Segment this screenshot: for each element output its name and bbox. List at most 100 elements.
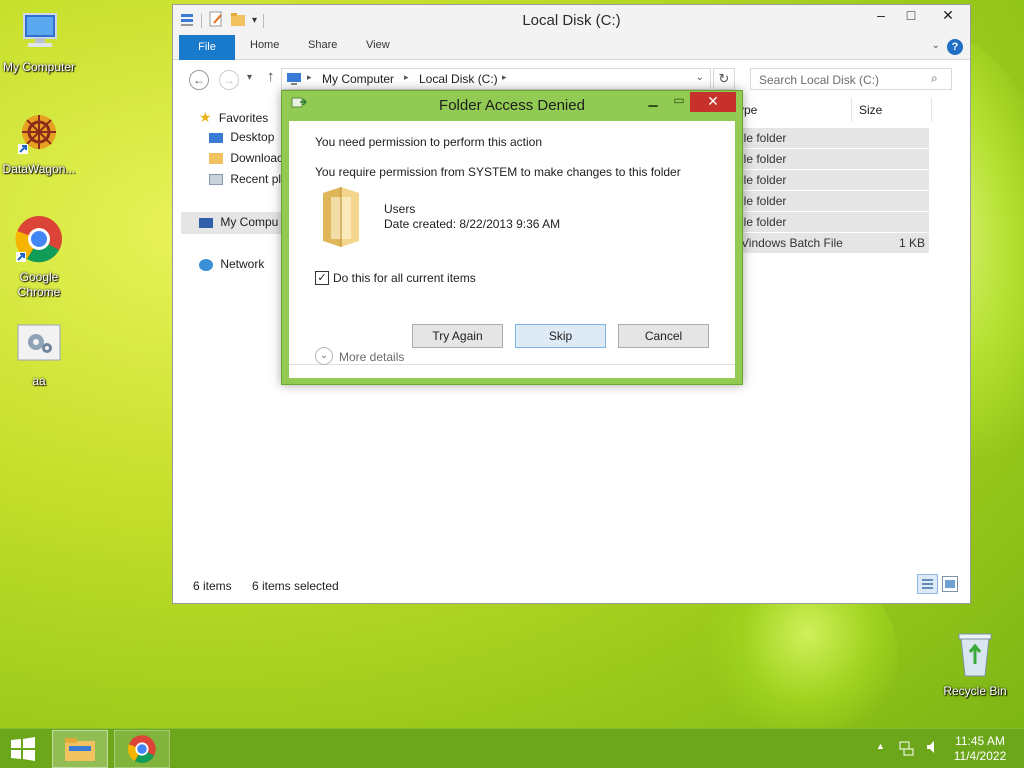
ribbon-tabs: File Home Share View ⌄ ? <box>173 35 970 60</box>
selected-count: 6 items selected <box>252 579 339 593</box>
back-arrow-icon[interactable]: ← <box>189 70 209 90</box>
apply-to-all-checkbox[interactable]: ✓ <box>315 271 329 285</box>
nav-downloads[interactable]: Downloac <box>209 151 283 165</box>
tab-home[interactable]: Home <box>250 39 279 51</box>
expand-ribbon-icon[interactable]: ⌄ <box>932 40 940 51</box>
nav-network[interactable]: Network <box>199 257 264 271</box>
try-again-button[interactable]: Try Again <box>412 324 503 348</box>
desktop-icon-aa[interactable]: aa <box>0 324 81 389</box>
file-type: ile folder <box>741 131 787 145</box>
nav-favorites[interactable]: ★ Favorites <box>199 109 268 126</box>
details-view-icon[interactable] <box>917 574 938 594</box>
clock-date: 11/4/2022 <box>953 749 1007 763</box>
desktop-icon-recycle-bin[interactable]: Recycle Bin <box>933 630 1017 699</box>
network-icon[interactable] <box>898 740 914 759</box>
dialog-body: You need permission to perform this acti… <box>289 121 735 378</box>
file-row[interactable]: ile folder <box>733 149 929 170</box>
dialog-maximize-icon[interactable]: ▭ <box>666 91 692 111</box>
computer-icon <box>0 10 81 58</box>
desktop-icon-google-chrome[interactable]: Google Chrome <box>0 214 81 300</box>
dialog-detail: You require permission from SYSTEM to ma… <box>315 165 681 179</box>
tab-file[interactable]: File <box>179 35 235 60</box>
breadcrumb-my-computer[interactable]: My Computer <box>322 72 394 86</box>
tab-share[interactable]: Share <box>308 39 337 51</box>
desktop-icon-my-computer[interactable]: My Computer <box>0 10 81 75</box>
nav-desktop[interactable]: Desktop <box>209 130 274 144</box>
large-icons-view-icon[interactable] <box>942 576 958 592</box>
nav-recent-places[interactable]: Recent pla <box>209 172 288 186</box>
maximize-icon[interactable]: □ <box>896 5 926 27</box>
search-icon[interactable]: ⌕ <box>931 71 938 86</box>
more-details-link[interactable]: More details <box>339 350 404 364</box>
file-list: ile folder ile folder ile folder ile fol… <box>733 128 929 254</box>
file-row[interactable]: ile folder <box>733 191 929 212</box>
datawagon-icon <box>0 110 81 160</box>
up-arrow-icon[interactable]: ↑ <box>267 68 275 85</box>
desktop-icon-label: DataWagon... <box>2 162 76 176</box>
folder-icon <box>317 181 365 252</box>
file-row[interactable]: ile folder <box>733 128 929 149</box>
desktop-icon-datawagon[interactable]: DataWagon... <box>0 110 81 177</box>
downloads-folder-icon <box>209 153 223 165</box>
nav-label: My Compu <box>220 215 279 229</box>
computer-icon <box>286 72 302 89</box>
search-input[interactable]: Search Local Disk (C:) <box>750 68 952 90</box>
file-row[interactable]: ile folder <box>733 212 929 233</box>
address-bar[interactable]: ▸ My Computer ▸ Local Disk (C:) ▸ ⌄ <box>281 68 711 90</box>
network-icon <box>199 258 213 271</box>
item-count: 6 items <box>193 579 232 593</box>
dialog-message: You need permission to perform this acti… <box>315 135 543 149</box>
desktop-icon-label: Recycle Bin <box>943 684 1007 698</box>
window-controls: – □ ✕ <box>866 5 970 27</box>
breadcrumb-local-disk[interactable]: Local Disk (C:) <box>419 72 498 86</box>
star-icon: ★ <box>199 109 212 125</box>
nav-label: Recent pla <box>230 172 288 186</box>
chevron-down-icon[interactable]: ⌄ <box>315 347 333 365</box>
volume-icon[interactable] <box>925 739 939 758</box>
desktop-icon-label: aa <box>32 374 46 388</box>
recent-places-icon <box>209 174 223 186</box>
windows-logo-icon <box>11 737 35 761</box>
file-type: ile folder <box>741 215 787 229</box>
column-header-size[interactable]: Size <box>859 103 882 117</box>
nav-label: Network <box>220 257 265 271</box>
close-icon[interactable]: ✕ <box>926 5 970 27</box>
help-icon[interactable]: ? <box>947 39 963 55</box>
desktop-icon <box>209 132 223 143</box>
forward-arrow-icon[interactable]: → <box>219 70 239 90</box>
dialog-divider <box>289 364 735 365</box>
item-name: Users <box>384 202 416 216</box>
show-hidden-icons-icon[interactable]: ▲ <box>876 741 885 751</box>
skip-button[interactable]: Skip <box>515 324 606 348</box>
refresh-icon[interactable]: ↻ <box>713 68 735 90</box>
folder-access-denied-dialog: Folder Access Denied ▁ ▭ ✕ You need perm… <box>281 90 743 385</box>
cancel-button[interactable]: Cancel <box>618 324 709 348</box>
file-type: Vindows Batch File <box>741 236 843 250</box>
chrome-icon <box>0 214 81 268</box>
file-row[interactable]: ile folder <box>733 170 929 191</box>
explorer-titlebar[interactable]: ▾ Local Disk (C:) – □ ✕ <box>173 5 970 35</box>
desktop-icon-label: Google Chrome <box>17 270 61 299</box>
nav-my-computer[interactable]: My Compu <box>199 215 278 229</box>
nav-label: Favorites <box>218 111 269 125</box>
recent-locations-icon[interactable]: ▾ <box>247 72 252 83</box>
file-row[interactable]: Vindows Batch File 1 KB <box>733 233 929 254</box>
address-dropdown-icon[interactable]: ⌄ <box>696 72 704 83</box>
taskbar-chrome[interactable] <box>114 730 170 768</box>
apply-to-all-label: Do this for all current items <box>333 271 476 285</box>
nav-label: Desktop <box>230 130 275 144</box>
clock[interactable]: 11:45 AM 11/4/2022 <box>952 734 1008 764</box>
column-divider <box>851 98 852 122</box>
column-divider <box>931 98 932 122</box>
start-button[interactable] <box>8 730 42 768</box>
breadcrumb-chevron-icon: ▸ <box>404 72 409 82</box>
file-type: ile folder <box>741 194 787 208</box>
breadcrumb-chevron-icon: ▸ <box>307 72 312 82</box>
settings-file-icon <box>0 324 81 366</box>
taskbar-file-explorer[interactable] <box>52 730 108 768</box>
dialog-minimize-icon[interactable]: ▁ <box>640 91 666 111</box>
dialog-close-icon[interactable]: ✕ <box>690 92 736 112</box>
tab-view[interactable]: View <box>366 39 390 51</box>
minimize-icon[interactable]: – <box>866 5 896 27</box>
taskbar: ▲ 11:45 AM 11/4/2022 <box>0 728 1024 768</box>
